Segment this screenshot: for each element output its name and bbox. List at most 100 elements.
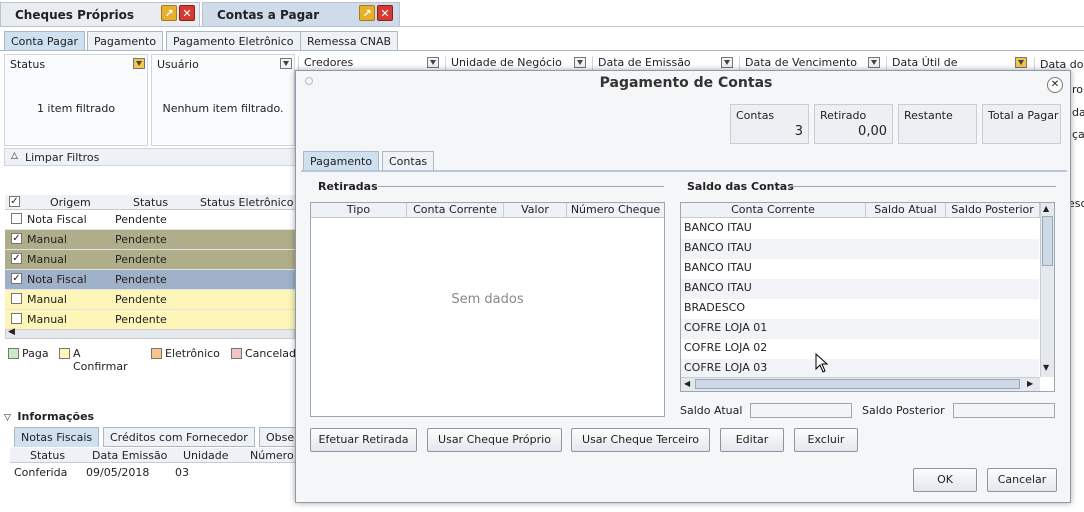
- legend-swatch-cancelado: [231, 348, 242, 359]
- table-row[interactable]: COFRE LOJA 03: [681, 359, 1039, 377]
- col-conta-corrente[interactable]: Conta Corrente: [407, 203, 504, 218]
- table-row[interactable]: COFRE LOJA 01: [681, 319, 1039, 339]
- row-checkbox[interactable]: [11, 313, 22, 324]
- usar-cheque-proprio-button[interactable]: Usar Cheque Próprio: [427, 428, 562, 452]
- table-row[interactable]: ✓ Manual Pendente: [5, 250, 295, 270]
- col-tipo[interactable]: Tipo: [311, 203, 407, 218]
- saldo-table[interactable]: Conta Corrente Saldo Atual Saldo Posteri…: [680, 202, 1055, 392]
- col-saldo-posterior[interactable]: Saldo Posterior: [946, 203, 1040, 218]
- select-all-checkbox[interactable]: ✓: [9, 196, 20, 207]
- tab-pagamento[interactable]: Pagamento: [87, 31, 164, 51]
- filter-data-emissao[interactable]: Data de Emissão: [592, 56, 735, 71]
- filter-data-vencimento[interactable]: Data de Vencimento: [739, 56, 882, 71]
- col-conta-corrente[interactable]: Conta Corrente: [681, 203, 866, 218]
- saldo-vscrollbar[interactable]: ▲ ▼: [1040, 203, 1054, 377]
- table-row[interactable]: BANCO ITAU: [681, 259, 1039, 279]
- ok-button[interactable]: OK: [913, 468, 977, 492]
- card-retirado: Retirado 0,00: [814, 104, 893, 144]
- cancel-button[interactable]: Cancelar: [987, 468, 1057, 492]
- close-icon[interactable]: ✕: [377, 5, 393, 21]
- filter-icon[interactable]: [427, 57, 439, 68]
- grid-hscrollbar[interactable]: ◀: [5, 327, 295, 339]
- col-status-eletronico[interactable]: Status Eletrônico: [200, 196, 293, 209]
- table-row[interactable]: BRADESCO: [681, 299, 1039, 319]
- table-row[interactable]: ✓ Nota Fiscal Pendente: [5, 270, 295, 290]
- filter-icon[interactable]: [868, 57, 880, 68]
- table-row[interactable]: Nota Fiscal Pendente: [5, 210, 295, 230]
- col-saldo-atual[interactable]: Saldo Atual: [866, 203, 946, 218]
- retiradas-table[interactable]: Tipo Conta Corrente Valor Número Cheque …: [310, 202, 665, 417]
- scroll-left-icon[interactable]: ◀: [684, 379, 690, 388]
- excluir-button[interactable]: Excluir: [794, 428, 858, 452]
- col-origem[interactable]: Origem: [50, 196, 91, 209]
- info-section-header[interactable]: ▽ Informações: [4, 410, 94, 423]
- table-row[interactable]: Manual Pendente: [5, 310, 295, 330]
- tab-contas-dialog[interactable]: Contas: [382, 151, 435, 171]
- table-row[interactable]: Manual Pendente: [5, 290, 295, 310]
- legend-label: Cancelad: [245, 347, 296, 360]
- pin-icon[interactable]: ↗: [161, 5, 177, 21]
- row-checkbox[interactable]: [11, 293, 22, 304]
- filter-data-util[interactable]: Data Útil de: [886, 56, 1029, 71]
- filter-panel-status[interactable]: Status 1 item filtrado: [4, 54, 148, 146]
- row-checkbox[interactable]: ✓: [11, 233, 22, 244]
- info-cell: 03: [175, 466, 189, 479]
- table-row[interactable]: COFRE LOJA 02: [681, 339, 1039, 359]
- filter-icon[interactable]: [721, 57, 733, 68]
- usar-cheque-terceiro-button[interactable]: Usar Cheque Terceiro: [571, 428, 710, 452]
- tab-conta-pagar[interactable]: Conta Pagar: [4, 31, 86, 51]
- card-total-pagar: Total a Pagar: [982, 104, 1061, 144]
- scroll-right-icon[interactable]: ▶: [1027, 379, 1033, 388]
- table-row[interactable]: BANCO ITAU: [681, 279, 1039, 299]
- saldo-atual-field[interactable]: [750, 403, 852, 418]
- scroll-up-icon[interactable]: ▲: [1043, 204, 1049, 213]
- filter-icon[interactable]: [574, 57, 586, 68]
- filter-icon[interactable]: [280, 58, 292, 69]
- saldo-posterior-field[interactable]: [953, 403, 1055, 418]
- table-row[interactable]: BANCO ITAU: [681, 239, 1039, 259]
- info-cell: Conferida: [14, 466, 68, 479]
- row-checkbox[interactable]: [11, 213, 22, 224]
- col-numero[interactable]: Número: [250, 449, 294, 462]
- col-numero-cheque[interactable]: Número Cheque: [567, 203, 664, 218]
- cell-origem: Manual: [27, 313, 67, 326]
- pin-icon[interactable]: ↗: [359, 5, 375, 21]
- tab-creditos-fornecedor[interactable]: Créditos com Fornecedor: [103, 427, 255, 447]
- close-icon[interactable]: ✕: [1047, 77, 1063, 93]
- scroll-thumb[interactable]: [695, 379, 1020, 389]
- card-label: Total a Pagar: [988, 109, 1059, 122]
- scroll-down-icon[interactable]: ▼: [1043, 363, 1049, 372]
- filter-icon[interactable]: [133, 58, 145, 69]
- saldo-posterior-label: Saldo Posterior: [862, 404, 945, 417]
- row-checkbox[interactable]: ✓: [11, 273, 22, 284]
- clear-filters-bar[interactable]: △ Limpar Filtros: [4, 148, 296, 166]
- info-row[interactable]: Conferida 09/05/2018 03: [10, 464, 296, 482]
- card-label: Contas: [736, 109, 775, 122]
- scroll-left-icon[interactable]: ◀: [8, 327, 15, 337]
- row-checkbox[interactable]: ✓: [11, 253, 22, 264]
- col-status[interactable]: Status: [133, 196, 168, 209]
- filter-credores[interactable]: Credores: [298, 56, 441, 71]
- filter-title: Unidade de Negócio: [451, 56, 562, 69]
- filter-panel-usuario[interactable]: Usuário Nenhum item filtrado.: [151, 54, 295, 146]
- tab-observacoes[interactable]: Obse: [259, 427, 297, 447]
- saldo-hscrollbar[interactable]: ◀ ▶: [681, 377, 1040, 391]
- tab-remessa-cnab[interactable]: Remessa CNAB: [300, 31, 399, 51]
- tab-pagamento-eletronico[interactable]: Pagamento Eletrônico: [166, 31, 301, 51]
- table-row[interactable]: BANCO ITAU: [681, 219, 1039, 239]
- clear-filters-label: Limpar Filtros: [25, 151, 100, 164]
- table-row[interactable]: ✓ Manual Pendente: [5, 230, 295, 250]
- tab-pagamento-dialog[interactable]: Pagamento: [303, 151, 380, 171]
- scroll-thumb[interactable]: [1042, 216, 1053, 266]
- close-icon[interactable]: ✕: [179, 5, 195, 21]
- col-status[interactable]: Status: [30, 449, 65, 462]
- filter-icon[interactable]: [1015, 57, 1027, 68]
- efetuar-retirada-button[interactable]: Efetuar Retirada: [310, 428, 417, 452]
- legend-label: Paga: [22, 347, 49, 360]
- col-unidade[interactable]: Unidade: [183, 449, 229, 462]
- col-data-emissao[interactable]: Data Emissão: [92, 449, 167, 462]
- tab-notas-fiscais[interactable]: Notas Fiscais: [14, 427, 100, 447]
- editar-button[interactable]: Editar: [720, 428, 784, 452]
- col-valor[interactable]: Valor: [504, 203, 567, 218]
- filter-unidade-negocio[interactable]: Unidade de Negócio: [445, 56, 588, 71]
